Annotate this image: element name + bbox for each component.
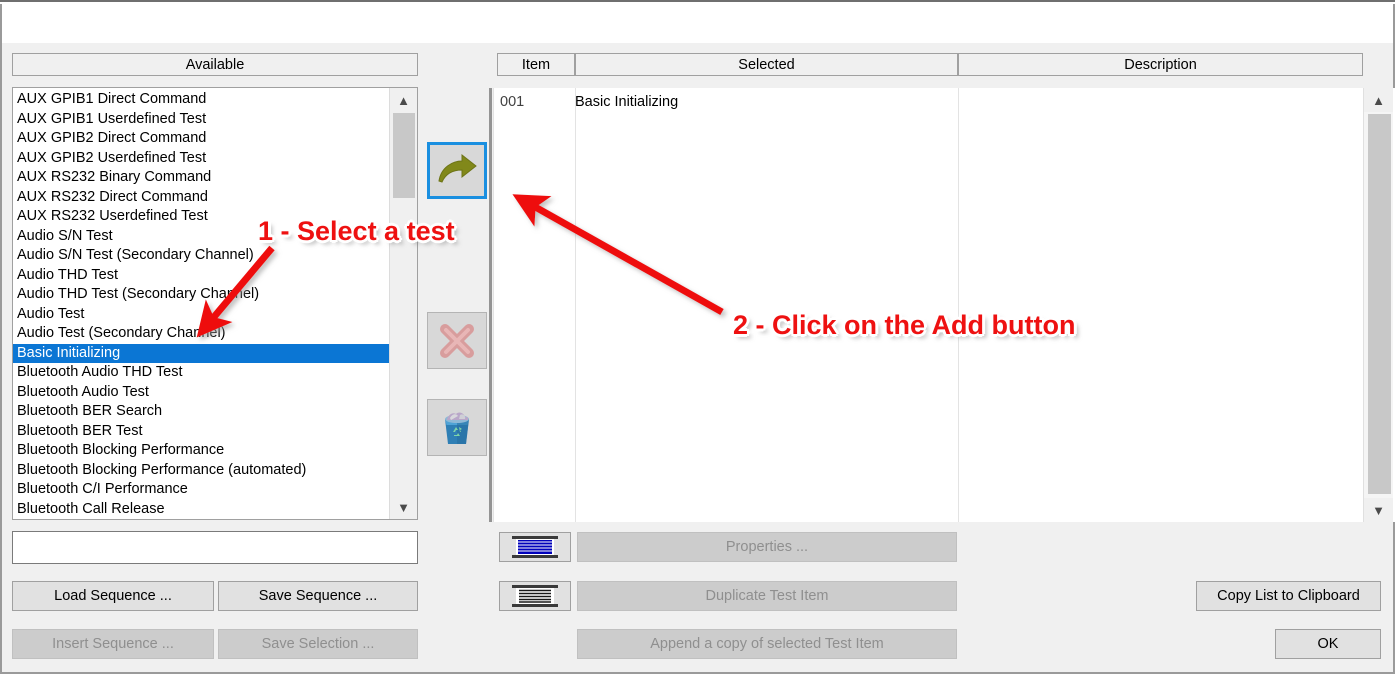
load-sequence-button[interactable]: Load Sequence ... (12, 581, 214, 611)
parent-window-client-strip (0, 0, 1395, 45)
list-item[interactable]: AUX GPIB1 Direct Command (13, 90, 389, 110)
list-item[interactable]: AUX GPIB2 Direct Command (13, 129, 389, 149)
available-tests-list[interactable]: AUX GPIB1 Direct Command AUX GPIB1 Userde… (12, 87, 418, 520)
selected-grid-scrollbar[interactable]: ▲ ▼ (1363, 88, 1393, 522)
list-item[interactable]: Bluetooth Call Release (13, 500, 389, 520)
filter-input[interactable] (13, 532, 417, 563)
remove-test-button[interactable] (427, 312, 487, 369)
scroll-down-icon[interactable]: ▼ (1364, 498, 1393, 522)
list-item[interactable]: Bluetooth Audio THD Test (13, 363, 389, 383)
list-item[interactable]: Audio THD Test (13, 266, 389, 286)
right-arrow-icon (438, 153, 477, 183)
properties-button[interactable]: Properties ... (577, 532, 957, 562)
filter-input-wrapper[interactable] (12, 531, 418, 564)
clear-all-button[interactable] (427, 399, 487, 456)
selected-tests-grid[interactable]: 001 Basic Initializing (493, 88, 1395, 522)
duplicate-test-item-button[interactable]: Duplicate Test Item (577, 581, 957, 611)
scroll-down-icon[interactable]: ▼ (390, 495, 417, 519)
scrollbar-thumb[interactable] (1368, 114, 1391, 494)
grid-header-item[interactable]: Item (497, 53, 575, 76)
grid-header-description[interactable]: Description (958, 53, 1363, 76)
ok-button[interactable]: OK (1275, 629, 1381, 659)
list-item[interactable]: AUX RS232 Userdefined Test (13, 207, 389, 227)
scrollbar-thumb[interactable] (393, 113, 415, 198)
list-item[interactable]: Bluetooth Audio Test (13, 383, 389, 403)
insert-sequence-button[interactable]: Insert Sequence ... (12, 629, 214, 659)
available-list-scrollbar[interactable]: ▲ ▼ (389, 88, 417, 519)
list-item[interactable]: AUX GPIB1 Userdefined Test (13, 110, 389, 130)
test-sequence-dialog: Available AUX GPIB1 Direct Command AUX GP… (0, 0, 1395, 674)
save-sequence-button[interactable]: Save Sequence ... (218, 581, 418, 611)
add-test-button[interactable] (427, 142, 487, 199)
list-item[interactable]: Audio S/N Test (13, 227, 389, 247)
blue-bars-icon (512, 536, 558, 558)
list-item[interactable]: Basic Initializing (13, 343, 389, 363)
list-item[interactable]: AUX RS232 Direct Command (13, 188, 389, 208)
append-copy-button[interactable]: Append a copy of selected Test Item (577, 629, 957, 659)
list-item[interactable]: AUX RS232 Binary Command (13, 168, 389, 188)
list-item[interactable]: Audio THD Test (Secondary Channel) (13, 285, 389, 305)
pane-separator (489, 88, 492, 522)
list-item[interactable]: Audio Test (13, 305, 389, 325)
list-item[interactable]: Bluetooth BER Test (13, 422, 389, 442)
grid-header-selected[interactable]: Selected (575, 53, 958, 76)
cell-item: 001 (500, 94, 525, 110)
scroll-up-icon[interactable]: ▲ (390, 88, 417, 112)
save-selection-button[interactable]: Save Selection ... (218, 629, 418, 659)
grid-column-line (493, 88, 494, 522)
grid-column-line (575, 88, 576, 522)
recycle-bin-icon (445, 412, 469, 444)
striped-bars-icon (512, 585, 558, 607)
window-left-edge (0, 4, 2, 45)
list-item[interactable]: AUX GPIB2 Userdefined Test (13, 149, 389, 169)
cell-selected: Basic Initializing (575, 94, 679, 110)
grid-column-line (958, 88, 959, 522)
copy-list-to-clipboard-button[interactable]: Copy List to Clipboard (1196, 581, 1381, 611)
properties-icon-button[interactable] (499, 532, 571, 562)
available-tests-list-items: AUX GPIB1 Direct Command AUX GPIB1 Userde… (13, 90, 389, 519)
list-item[interactable]: Audio Test (Secondary Channel) (13, 324, 389, 344)
list-item[interactable]: Audio S/N Test (Secondary Channel) (13, 246, 389, 266)
list-item[interactable]: Bluetooth Blocking Performance (13, 441, 389, 461)
table-row[interactable]: 001 Basic Initializing (493, 92, 1395, 112)
list-item[interactable]: Bluetooth C/I Performance (13, 480, 389, 500)
list-item[interactable]: Bluetooth Blocking Performance (automate… (13, 461, 389, 481)
red-x-icon (440, 323, 474, 358)
list-item[interactable]: Bluetooth BER Search (13, 402, 389, 422)
duplicate-icon-button[interactable] (499, 581, 571, 611)
available-column-header: Available (12, 53, 418, 76)
scroll-up-icon[interactable]: ▲ (1364, 88, 1393, 112)
